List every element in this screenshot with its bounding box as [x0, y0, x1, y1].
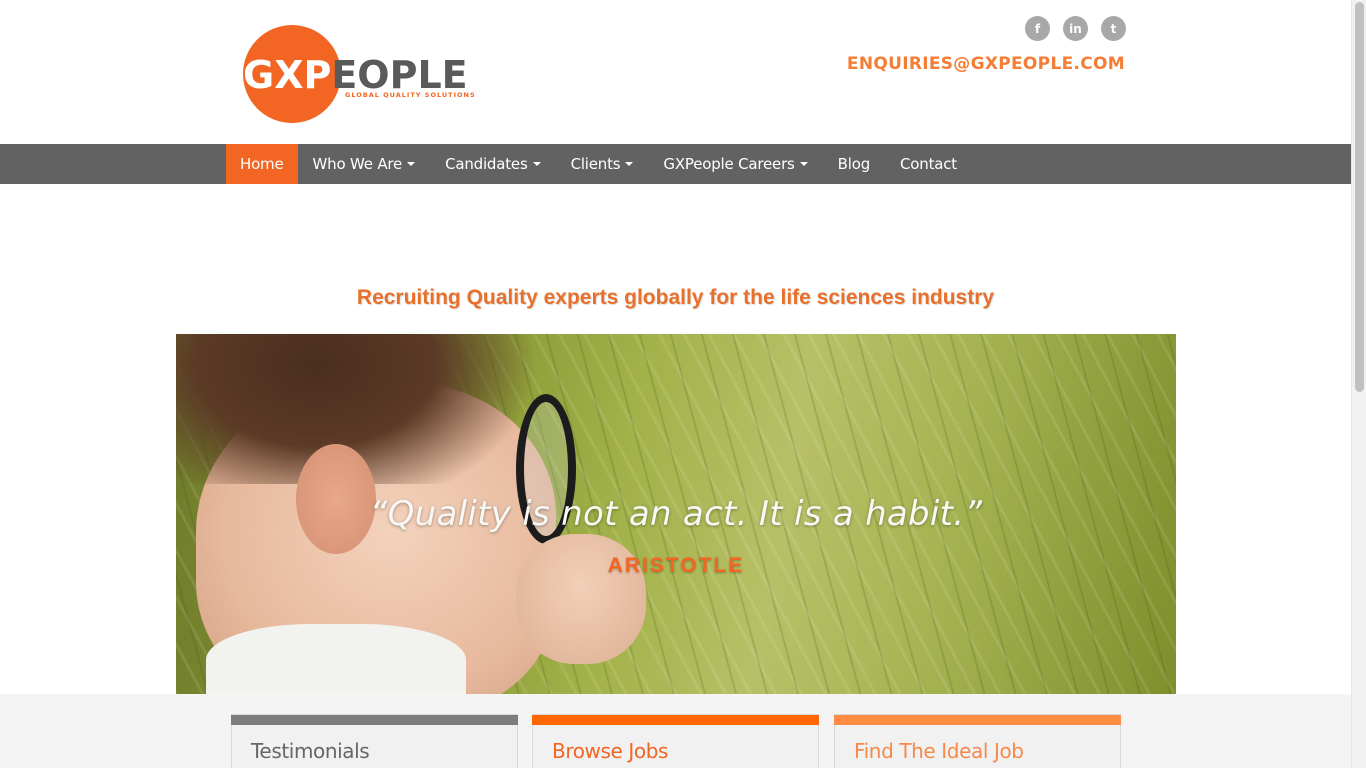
caret-down-icon	[407, 162, 416, 166]
nav-item-contact[interactable]: Contact	[885, 144, 972, 184]
hero-child-shirt	[206, 624, 466, 694]
caret-down-icon	[799, 162, 808, 166]
nav-item-home[interactable]: Home	[226, 144, 298, 184]
nav-menu: Home Who We Are Candidates Clients GXPeo…	[226, 144, 972, 184]
caret-down-icon	[532, 162, 541, 166]
logo[interactable]: GXPEOPLE GLOBAL QUALITY SOLUTIONS	[243, 25, 503, 125]
card-testimonials[interactable]: Testimonials	[231, 714, 518, 768]
main-navbar: Home Who We Are Candidates Clients GXPeo…	[0, 144, 1351, 184]
card-accent-bar	[834, 715, 1121, 725]
contact-email-link[interactable]: ENQUIRIES@GXPEOPLE.COM	[847, 54, 1125, 74]
card-title: Testimonials	[251, 739, 370, 763]
social-links: f in t	[1025, 16, 1126, 41]
hero-quote-author: ARISTOTLE	[607, 554, 745, 577]
page: GXPEOPLE GLOBAL QUALITY SOLUTIONS f in t…	[0, 0, 1351, 768]
hero-banner: “Quality is not an act. It is a habit.” …	[176, 334, 1176, 694]
card-title: Find The Ideal Job	[854, 739, 1024, 763]
page-tagline: Recruiting Quality experts globally for …	[356, 286, 995, 309]
logo-wordmark: GXPEOPLE	[243, 53, 468, 97]
nav-item-gxpeople-careers[interactable]: GXPeople Careers	[648, 144, 822, 184]
card-title: Browse Jobs	[552, 739, 669, 763]
facebook-icon[interactable]: f	[1025, 16, 1050, 41]
site-header: GXPEOPLE GLOBAL QUALITY SOLUTIONS f in t…	[0, 0, 1351, 144]
logo-tagline: GLOBAL QUALITY SOLUTIONS	[345, 91, 476, 99]
caret-down-icon	[625, 162, 634, 166]
card-accent-bar	[231, 715, 518, 725]
nav-item-blog[interactable]: Blog	[823, 144, 885, 184]
nav-item-who-we-are[interactable]: Who We Are	[298, 144, 431, 184]
vertical-scrollbar[interactable]	[1351, 0, 1366, 768]
hero-quote: “Quality is not an act. It is a habit.”	[369, 494, 983, 534]
nav-item-clients[interactable]: Clients	[556, 144, 649, 184]
card-accent-bar	[532, 715, 819, 725]
card-find-ideal-job[interactable]: Find The Ideal Job	[834, 714, 1121, 768]
linkedin-icon[interactable]: in	[1063, 16, 1088, 41]
scrollbar-thumb[interactable]	[1355, 2, 1364, 392]
nav-item-candidates[interactable]: Candidates	[430, 144, 556, 184]
card-browse-jobs[interactable]: Browse Jobs	[532, 714, 819, 768]
twitter-icon[interactable]: t	[1101, 16, 1126, 41]
